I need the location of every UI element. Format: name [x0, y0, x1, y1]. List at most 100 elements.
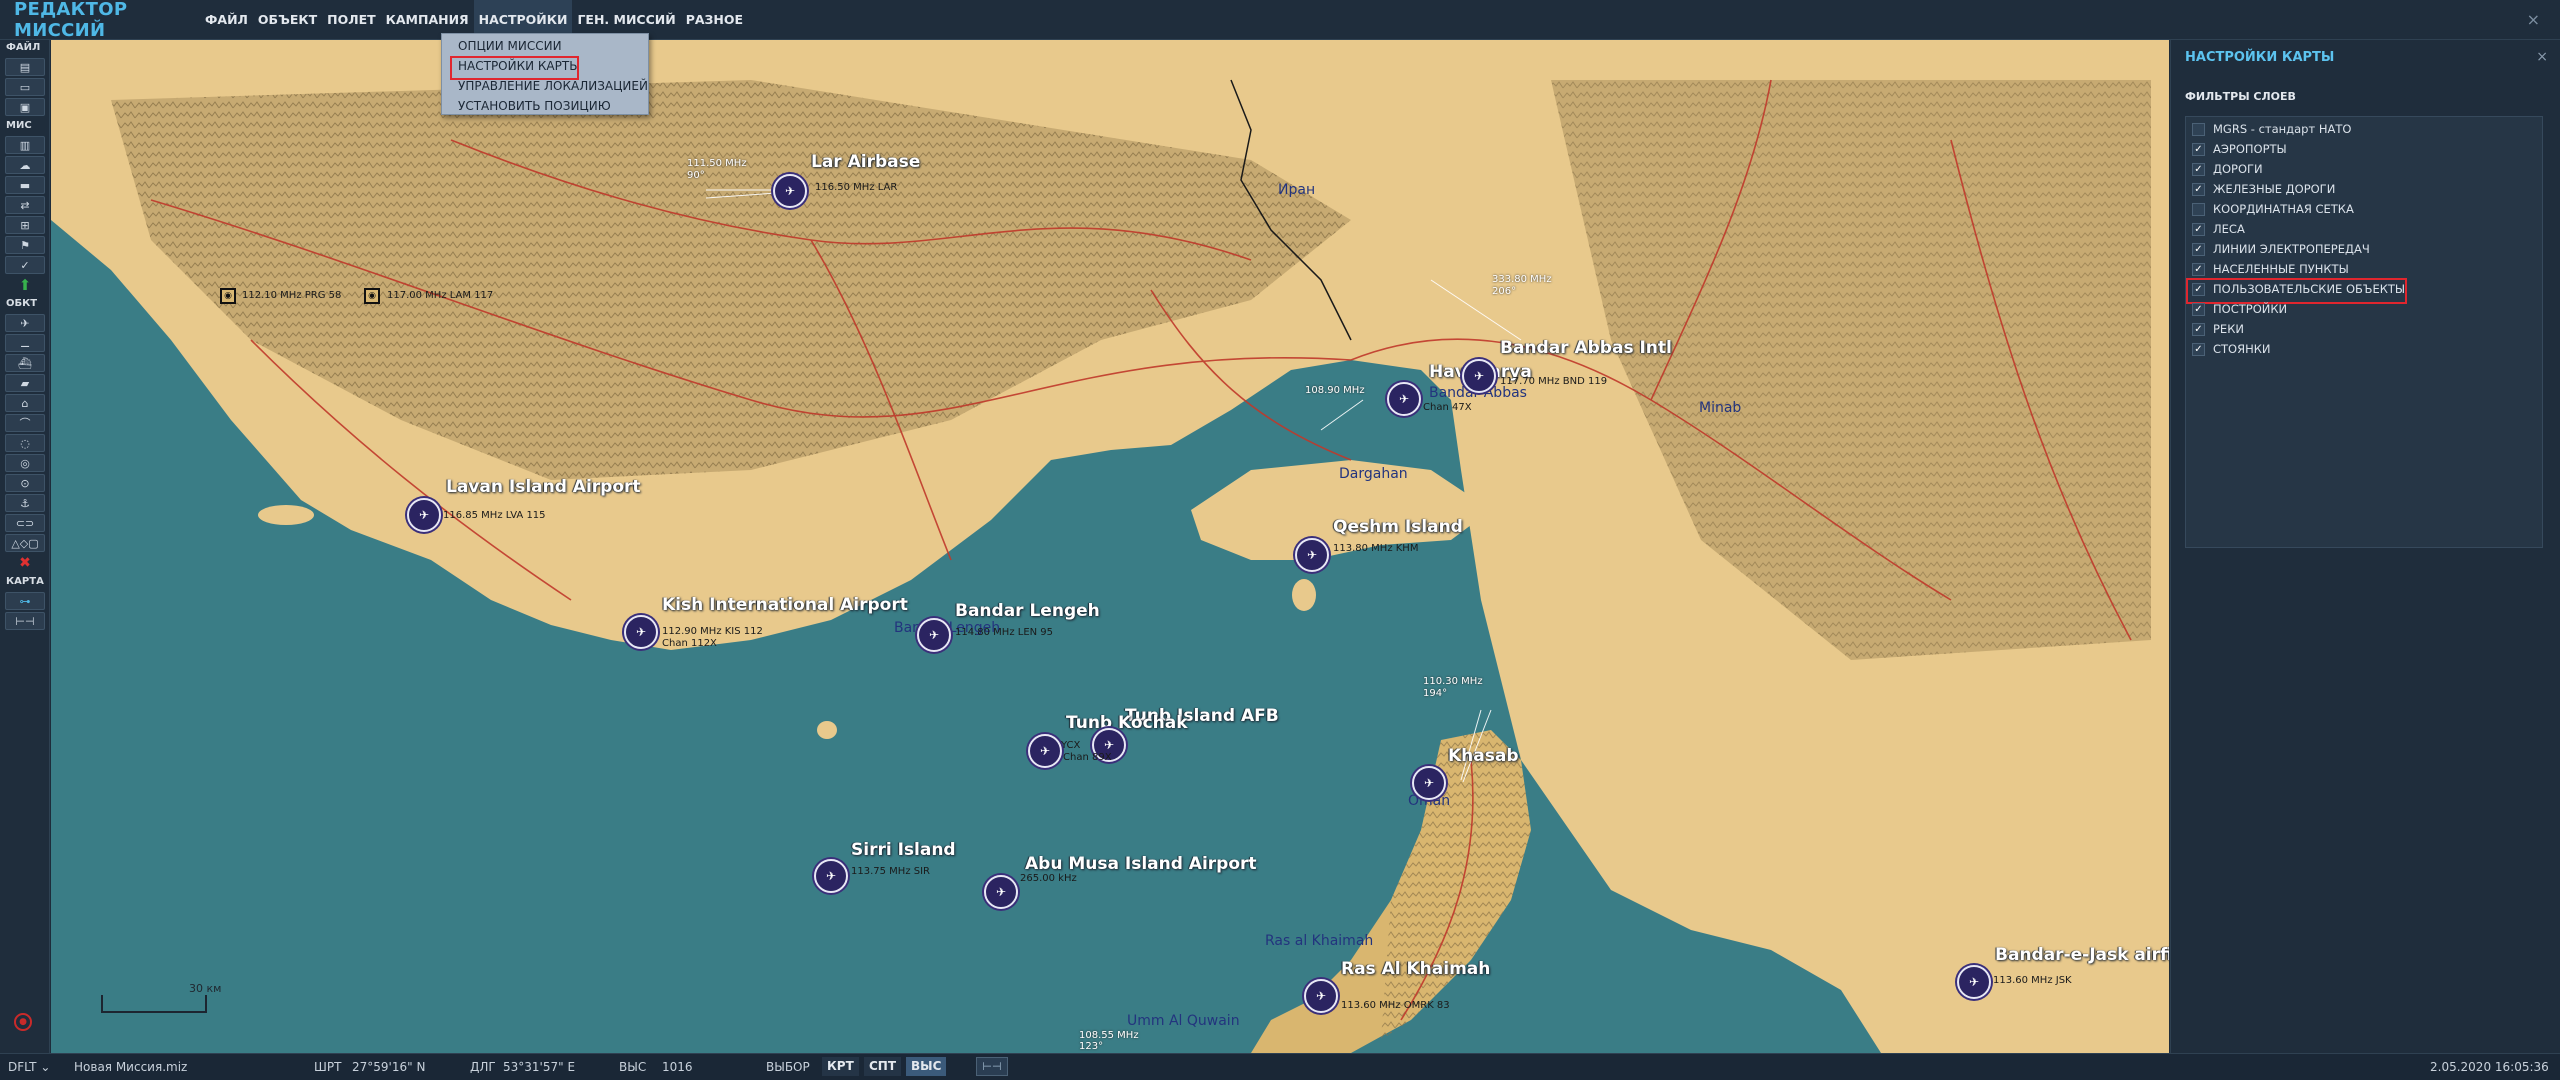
save-icon[interactable]: ▣ [5, 98, 45, 116]
airport-marker[interactable]: ✈ [1028, 734, 1062, 768]
filter-railroads[interactable]: ✓ ЖЕЛЕЗНЫЕ ДОРОГИ [2186, 179, 2542, 199]
dropdown-item-localization[interactable]: УПРАВЛЕНИЕ ЛОКАЛИЗАЦИЕЙ [442, 76, 648, 96]
airport-marker[interactable]: ✈ [1957, 965, 1991, 999]
tank-icon[interactable]: ▰ [5, 374, 45, 392]
ship-icon[interactable]: ⛴ [5, 354, 45, 372]
menu-file[interactable]: ФАЙЛ [200, 0, 253, 40]
filter-user-objects[interactable]: ✓ ПОЛЬЗОВАТЕЛЬСКИЕ ОБЪЕКТЫ [2186, 278, 2542, 304]
checkbox[interactable]: ✓ [2192, 302, 2205, 316]
goal-icon[interactable]: ⚑ [5, 236, 45, 254]
longitude-value: 53°31'57" E [503, 1060, 576, 1074]
filter-power-lines[interactable]: ✓ ЛИНИИ ЭЛЕКТРОПЕРЕДАЧ [2186, 239, 2542, 259]
filter-mgrs[interactable]: MGRS - стандарт НАТО [2186, 119, 2542, 139]
town-label: Иран [1278, 182, 1316, 198]
checkbox[interactable]: ✓ [2192, 342, 2205, 356]
filter-airports[interactable]: ✓ АЭРОПОРТЫ [2186, 139, 2542, 159]
checkbox[interactable]: ✓ [2192, 222, 2205, 236]
go-icon[interactable]: ⬆ [5, 276, 45, 294]
checkbox[interactable] [2192, 122, 2205, 136]
filter-settlements[interactable]: ✓ НАСЕЛЕННЫЕ ПУНКТЫ [2186, 259, 2542, 279]
checkbox[interactable]: ✓ [2192, 242, 2205, 256]
navaid-icon[interactable]: ◉ [220, 288, 236, 304]
close-icon[interactable]: × [2536, 49, 2548, 65]
check-icon[interactable]: ✓ [5, 256, 45, 274]
checkbox[interactable]: ✓ [2192, 282, 2205, 296]
checkbox[interactable] [2192, 202, 2205, 216]
briefing-icon[interactable]: ▬ [5, 176, 45, 194]
resource-icon[interactable]: ⊞ [5, 216, 45, 234]
new-file-icon[interactable]: ▤ [5, 58, 45, 76]
mode-map-button[interactable]: КРТ [822, 1057, 859, 1076]
datetime: 2.05.2020 16:05:36 [2430, 1060, 2549, 1074]
dropdown-item-set-position[interactable]: УСТАНОВИТЬ ПОЗИЦИЮ [442, 96, 648, 116]
freq-label: 112.90 MHz KIS 112 [662, 626, 763, 637]
town-label: Umm Al Quwain [1127, 1013, 1240, 1029]
dropdown-item-map-settings[interactable]: НАСТРОЙКИ КАРТЫ [442, 56, 648, 80]
navaid-icon[interactable]: ◉ [364, 288, 380, 304]
menu-misc[interactable]: РАЗНОЕ [681, 0, 748, 40]
panel-subtitle: ФИЛЬТРЫ СЛОЕВ [2185, 90, 2296, 103]
map-view[interactable]: Lar Airbase Bandar Abbas Intl Havadarya … [51, 40, 2169, 1053]
airfield-icon[interactable]: ⚓ [5, 494, 45, 512]
filter-rivers[interactable]: ✓ РЕКИ [2186, 319, 2542, 339]
zone-icon[interactable]: ◌ [5, 434, 45, 452]
filter-parking[interactable]: ✓ СТОЯНКИ [2186, 339, 2542, 359]
freq-label: 112.10 MHz PRG 58 [242, 290, 342, 301]
trigger-icon[interactable]: ⇄ [5, 196, 45, 214]
airport-marker[interactable]: ✈ [984, 875, 1018, 909]
toolbar-section-file: ФАЙЛ [6, 42, 41, 53]
trash-icon[interactable]: ▥ [5, 136, 45, 154]
filter-forests[interactable]: ✓ ЛЕСА [2186, 219, 2542, 239]
freq-label: 114.80 MHz LEN 95 [955, 627, 1054, 638]
app-title: РЕДАКТОР МИССИЙ [14, 0, 128, 41]
airport-marker[interactable]: ✈ [814, 859, 848, 893]
profile-dropdown[interactable]: DFLT ⌄ [8, 1060, 50, 1074]
airport-marker[interactable]: ✈ [1304, 979, 1338, 1013]
airport-marker[interactable]: ✈ [1412, 766, 1446, 800]
sam-icon[interactable]: ⌂ [5, 394, 45, 412]
shapes-icon[interactable]: △◇▢ [5, 534, 45, 552]
static-icon[interactable]: ⌒ [5, 414, 45, 432]
delete-icon[interactable]: ✖ [5, 554, 45, 572]
airport-marker[interactable]: ✈ [917, 618, 951, 652]
filter-roads[interactable]: ✓ ДОРОГИ [2186, 159, 2542, 179]
nav-point-icon[interactable]: ⊙ [5, 474, 45, 492]
record-icon[interactable]: ● [14, 1013, 32, 1031]
map-layers-icon[interactable]: ⊶ [5, 592, 45, 610]
airport-marker[interactable]: ✈ [773, 174, 807, 208]
ruler-icon[interactable]: ⊢⊣ [5, 612, 45, 630]
map-scale-label: 30 км [189, 982, 222, 995]
mode-altitude-button[interactable]: ВЫС [906, 1057, 947, 1076]
checkbox[interactable]: ✓ [2192, 162, 2205, 176]
airport-marker[interactable]: ✈ [407, 498, 441, 532]
airport-marker[interactable]: ✈ [624, 615, 658, 649]
freq-label: Chan 47X [1423, 402, 1472, 413]
airport-marker[interactable]: ✈ [1387, 382, 1421, 416]
freq-label: 113.75 MHz SIR [851, 866, 930, 877]
freq-label: 123° [1079, 1041, 1104, 1052]
filter-buildings[interactable]: ✓ ПОСТРОЙКИ [2186, 299, 2542, 319]
plane-icon[interactable]: ✈ [5, 314, 45, 332]
filter-grid[interactable]: КООРДИНАТНАЯ СЕТКА [2186, 199, 2542, 219]
panel-title: НАСТРОЙКИ КАРТЫ [2185, 50, 2335, 65]
airport-marker[interactable]: ✈ [1295, 538, 1329, 572]
checkbox[interactable]: ✓ [2192, 322, 2205, 336]
status-bar: DFLT ⌄ Новая Миссия.miz ШРТ 27°59'16" N … [0, 1053, 2560, 1080]
mode-satellite-button[interactable]: СПТ [864, 1057, 902, 1076]
checkbox[interactable]: ✓ [2192, 182, 2205, 196]
close-app-icon[interactable]: × [2527, 10, 2540, 29]
ruler-icon[interactable]: ⊢⊣ [976, 1057, 1008, 1076]
helicopter-icon[interactable]: ⚊ [5, 334, 45, 352]
open-folder-icon[interactable]: ▭ [5, 78, 45, 96]
target-icon[interactable]: ◎ [5, 454, 45, 472]
checkbox[interactable]: ✓ [2192, 262, 2205, 276]
weather-icon[interactable]: ☁ [5, 156, 45, 174]
link-icon[interactable]: ⊂⊃ [5, 514, 45, 532]
map-settings-panel: НАСТРОЙКИ КАРТЫ × ФИЛЬТРЫ СЛОЕВ MGRS - с… [2170, 40, 2560, 1053]
dropdown-item-mission-options[interactable]: ОПЦИИ МИССИИ [442, 36, 648, 56]
checkbox[interactable]: ✓ [2192, 142, 2205, 156]
place-label: Lavan Island Airport [446, 477, 641, 497]
menu-flight[interactable]: ПОЛЕТ [322, 0, 381, 40]
airport-marker[interactable]: ✈ [1462, 359, 1496, 393]
menu-object[interactable]: ОБЪЕКТ [253, 0, 322, 40]
